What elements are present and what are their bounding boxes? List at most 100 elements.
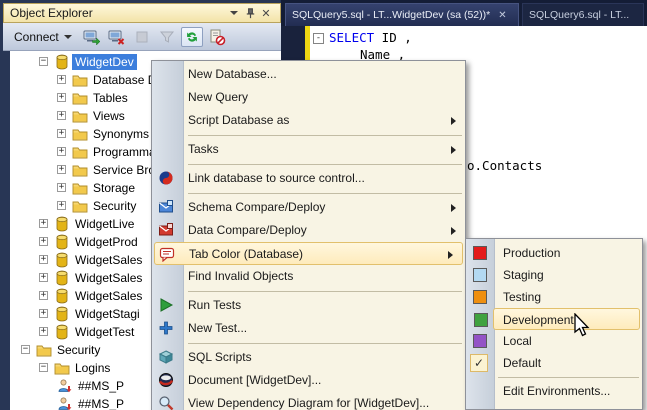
expand-icon[interactable]: +	[39, 291, 48, 300]
menu-item-link-database-to-source-control[interactable]: Link database to source control...	[152, 167, 465, 190]
expand-icon[interactable]: +	[57, 183, 66, 192]
menu-item-tab-color-database[interactable]: Tab Color (Database)	[154, 242, 463, 265]
menu-item-find-invalid-objects[interactable]: Find Invalid Objects	[152, 265, 465, 288]
menu-item-view-dependency-diagram-for-widgetdev[interactable]: View Dependency Diagram for [WidgetDev].…	[152, 392, 465, 410]
refresh-icon[interactable]	[181, 27, 203, 47]
submenu-arrow-icon	[451, 117, 456, 125]
expand-icon[interactable]: +	[57, 93, 66, 102]
tab-color-icon	[159, 246, 175, 262]
pin-icon[interactable]	[242, 5, 258, 21]
folder-icon	[72, 144, 88, 160]
new-test-icon	[158, 320, 174, 336]
menu-item-script-database-as[interactable]: Script Database as	[152, 109, 465, 132]
database-icon	[54, 324, 70, 340]
menu-item-label: Local	[503, 330, 532, 352]
expand-icon[interactable]: +	[57, 75, 66, 84]
connect-button[interactable]: Connect	[10, 28, 76, 46]
tree-item-label: Tables	[90, 90, 131, 106]
ssms-window: SQLQuery5.sql - LT...WidgetDev (sa (52))…	[0, 0, 647, 410]
tree-item-label: Logins	[72, 360, 113, 376]
tree-item-label: Security	[90, 198, 139, 214]
dependency-diagram-icon	[158, 395, 174, 410]
menu-item-label: Development	[503, 309, 574, 331]
tab-label: SQLQuery6.sql - LT...	[529, 9, 629, 21]
menu-item-label: New Database...	[188, 63, 277, 86]
menu-item-run-tests[interactable]: Run Tests	[152, 294, 465, 317]
source-control-icon	[158, 170, 174, 186]
connect-server-icon[interactable]	[81, 27, 103, 47]
folder-icon	[72, 126, 88, 142]
expand-icon[interactable]: +	[39, 219, 48, 228]
run-tests-icon	[158, 297, 174, 313]
expand-icon[interactable]: +	[39, 255, 48, 264]
submenu-item-production[interactable]: Production	[466, 242, 642, 264]
menu-item-tasks[interactable]: Tasks	[152, 138, 465, 161]
submenu-arrow-icon	[451, 146, 456, 154]
submenu-item-staging[interactable]: Staging	[466, 264, 642, 286]
block-script-icon[interactable]	[206, 27, 228, 47]
sql-keyword: SELECT	[329, 30, 374, 45]
database-icon	[54, 252, 70, 268]
menu-item-sql-scripts[interactable]: SQL Scripts	[152, 346, 465, 369]
expand-icon[interactable]: +	[39, 273, 48, 282]
collapse-icon[interactable]: −	[39, 57, 48, 66]
menu-item-label: View Dependency Diagram for [WidgetDev].…	[188, 392, 429, 410]
window-position-icon[interactable]	[226, 5, 242, 21]
expand-icon[interactable]: +	[39, 237, 48, 246]
collapse-icon[interactable]: −	[21, 345, 30, 354]
panel-title: Object Explorer	[10, 6, 93, 20]
submenu-item-default[interactable]: ✓ Default	[466, 352, 642, 374]
tree-item-label: WidgetProd	[72, 234, 141, 250]
menu-item-label: Testing	[503, 286, 541, 308]
tab-color-submenu: ProductionStagingTestingDevelopmentLocal…	[465, 238, 643, 410]
database-icon	[54, 288, 70, 304]
menu-item-new-test[interactable]: New Test...	[152, 317, 465, 340]
submenu-item-testing[interactable]: Testing	[466, 286, 642, 308]
document-tab-2[interactable]: SQLQuery6.sql - LT...	[522, 3, 644, 26]
expand-icon[interactable]: +	[39, 309, 48, 318]
folder-icon	[72, 108, 88, 124]
color-swatch-icon	[473, 246, 487, 260]
tree-item-label: WidgetStagi	[72, 306, 143, 322]
menu-item-label: Document [WidgetDev]...	[188, 369, 321, 392]
menu-item-new-database[interactable]: New Database...	[152, 63, 465, 86]
color-swatch-icon	[473, 290, 487, 304]
collapse-icon[interactable]: −	[39, 363, 48, 372]
menu-item-new-query[interactable]: New Query	[152, 86, 465, 109]
expand-icon[interactable]: +	[57, 201, 66, 210]
menu-item-label: Default	[503, 352, 541, 374]
expand-icon[interactable]: +	[57, 129, 66, 138]
tree-item-label: WidgetLive	[72, 216, 137, 232]
mouse-cursor	[574, 313, 592, 344]
submenu-item-development[interactable]: Development	[493, 308, 640, 330]
close-icon[interactable]: ✕	[258, 5, 274, 21]
menu-item-label: SQL Scripts	[188, 346, 252, 369]
close-tab-icon[interactable]: ✕	[498, 10, 506, 21]
expand-icon[interactable]: +	[39, 327, 48, 336]
color-swatch-icon	[473, 334, 487, 348]
tree-item-label: Synonyms	[90, 126, 152, 142]
menu-item-document-widgetdev[interactable]: Document [WidgetDev]...	[152, 369, 465, 392]
disconnect-server-icon[interactable]	[106, 27, 128, 47]
data-compare-icon	[158, 222, 174, 238]
tab-label: SQLQuery5.sql - LT...WidgetDev (sa (52))…	[292, 9, 490, 21]
expand-icon[interactable]: +	[57, 147, 66, 156]
tree-item-label: WidgetTest	[72, 324, 137, 340]
checkmark-icon: ✓	[470, 354, 488, 372]
tree-item-label: Storage	[90, 180, 138, 196]
schema-compare-icon	[158, 199, 174, 215]
document-tab-1[interactable]: SQLQuery5.sql - LT...WidgetDev (sa (52))…	[285, 3, 519, 26]
color-swatch-icon	[473, 268, 487, 282]
menu-item-data-compare-deploy[interactable]: Data Compare/Deploy	[152, 219, 465, 242]
filter-icon	[156, 27, 178, 47]
expand-icon[interactable]: +	[57, 165, 66, 174]
menu-item-label: Script Database as	[188, 109, 289, 132]
submenu-arrow-icon	[448, 251, 453, 259]
menu-item-schema-compare-deploy[interactable]: Schema Compare/Deploy	[152, 196, 465, 219]
submenu-item-local[interactable]: Local	[466, 330, 642, 352]
menu-item-label: Tab Color (Database)	[189, 243, 303, 266]
submenu-item-edit-environments[interactable]: Edit Environments...	[466, 380, 642, 402]
menu-item-label: Staging	[503, 264, 544, 286]
code-fold-toggle[interactable]: -	[313, 33, 324, 44]
expand-icon[interactable]: +	[57, 111, 66, 120]
